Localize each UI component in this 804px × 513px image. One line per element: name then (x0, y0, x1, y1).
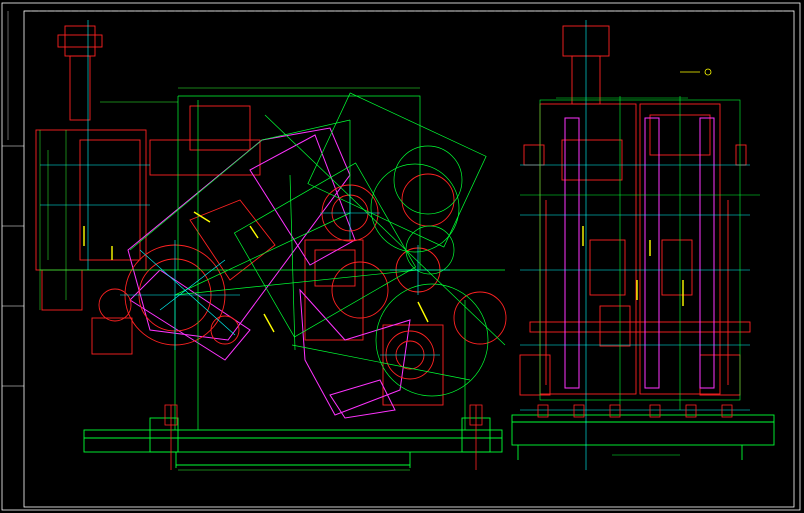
linkage-arms (127, 127, 411, 419)
side-housing (519, 25, 751, 396)
side-center-lines (520, 20, 750, 470)
front-view (35, 20, 507, 471)
side-base (511, 414, 775, 460)
side-annotation-marks (582, 226, 684, 306)
anchor-bolts (164, 404, 483, 470)
housing-outline (35, 25, 444, 406)
construction-lines (40, 92, 506, 430)
cad-drawing (1, 2, 801, 511)
base-foundation (83, 417, 503, 468)
gear-rolls (98, 173, 507, 380)
side-view (511, 20, 775, 470)
inner-border (23, 10, 795, 508)
annotation-marks (83, 211, 429, 333)
leader-marker (680, 68, 712, 76)
